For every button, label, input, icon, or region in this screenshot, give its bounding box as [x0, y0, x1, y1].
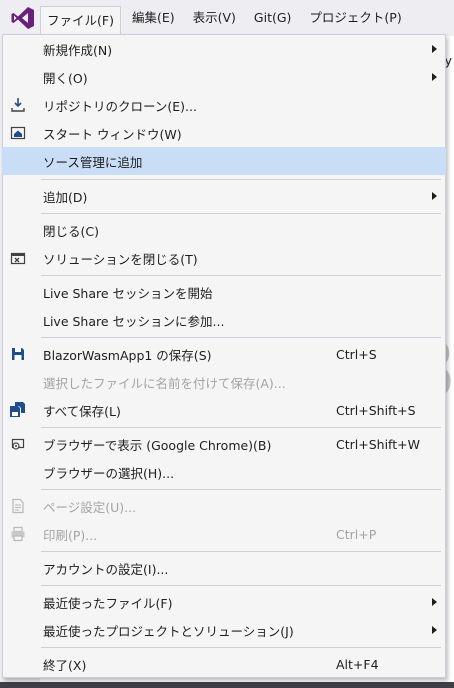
menu-item-shortcut: Ctrl+P — [336, 526, 377, 542]
bottom-strip — [0, 682, 454, 688]
start-window-icon — [9, 124, 27, 142]
menu-item-label: リポジトリのクローン(E)... — [43, 98, 197, 114]
menu-item-label: ソリューションを閉じる(T) — [43, 251, 198, 267]
menu-item-view-in-browser[interactable]: ブラウザーで表示 (Google Chrome)(B) Ctrl+Shift+W — [3, 431, 445, 457]
menu-item-browse-with[interactable]: ブラウザーの選択(H)... — [3, 459, 445, 485]
menu-item-shortcut: Ctrl+S — [336, 346, 377, 362]
save-all-icon — [9, 401, 27, 419]
menu-item-save-as[interactable]: 選択したファイルに名前を付けて保存(A)... — [3, 369, 445, 395]
menu-item-label: ブラウザーの選択(H)... — [43, 465, 175, 481]
menu-item-label: 閉じる(C) — [43, 223, 99, 239]
menu-separator — [41, 551, 441, 552]
menu-item-recent-projects[interactable]: 最近使ったプロジェクトとソリューション(J) — [3, 617, 445, 643]
menu-item-live-share-start[interactable]: Live Share セッションを開始 — [3, 279, 445, 305]
menu-item-print[interactable]: 印刷(P)... Ctrl+P — [3, 521, 445, 547]
menu-item-label: 追加(D) — [43, 189, 88, 205]
menu-item-live-share-join[interactable]: Live Share セッションに参加... — [3, 307, 445, 333]
menu-separator — [41, 337, 441, 338]
menu-item-label: BlazorWasmApp1 の保存(S) — [43, 347, 212, 363]
menu-separator — [41, 647, 441, 648]
menu-item-label: 終了(X) — [43, 657, 87, 673]
menu-item-label: Live Share セッションに参加... — [43, 313, 225, 329]
menu-item-label: スタート ウィンドウ(W) — [43, 126, 182, 142]
menu-item-label: ブラウザーで表示 (Google Chrome)(B) — [43, 437, 272, 453]
menu-item-label: ソース管理に追加 — [43, 154, 143, 170]
menu-bar: ファイル(F) 編集(E) 表示(V) Git(G) プロジェクト(P) — [0, 0, 454, 36]
menu-git[interactable]: Git(G) — [247, 5, 299, 31]
printer-icon — [9, 525, 27, 543]
clone-download-icon — [9, 96, 27, 114]
menu-item-save[interactable]: BlazorWasmApp1 の保存(S) Ctrl+S — [3, 341, 445, 367]
menu-edit[interactable]: 編集(E) — [125, 5, 182, 31]
menu-view[interactable]: 表示(V) — [186, 5, 243, 31]
close-solution-icon — [9, 249, 27, 267]
menu-item-recent-files[interactable]: 最近使ったファイル(F) — [3, 589, 445, 615]
menu-separator — [41, 427, 441, 428]
menu-item-shortcut: Alt+F4 — [336, 656, 379, 672]
menu-item-save-all[interactable]: すべて保存(L) Ctrl+Shift+S — [3, 397, 445, 423]
menu-item-add-to-source-control[interactable]: ソース管理に追加 — [2, 147, 446, 175]
submenu-arrow-icon — [432, 598, 437, 606]
menu-item-label: すべて保存(L) — [43, 403, 121, 419]
menu-separator — [41, 585, 441, 586]
page-setup-icon — [9, 497, 27, 515]
menu-item-label: 開く(O) — [43, 70, 88, 86]
submenu-arrow-icon — [432, 45, 437, 53]
menu-item-label: ページ設定(U)... — [43, 499, 137, 515]
submenu-arrow-icon — [432, 73, 437, 81]
menu-separator — [41, 275, 441, 276]
menu-project[interactable]: プロジェクト(P) — [302, 5, 408, 31]
menu-item-open[interactable]: 開く(O) — [3, 64, 445, 90]
save-icon — [9, 345, 27, 363]
menu-item-exit[interactable]: 終了(X) Alt+F4 — [3, 651, 445, 677]
menu-separator — [41, 179, 441, 180]
menu-item-label: 最近使ったプロジェクトとソリューション(J) — [43, 623, 294, 639]
menu-item-account-settings[interactable]: アカウントの設定(I)... — [3, 555, 445, 581]
menu-item-label: Live Share セッションを開始 — [43, 285, 213, 301]
menu-item-new[interactable]: 新規作成(N) — [3, 36, 445, 62]
menu-separator — [41, 489, 441, 490]
menu-separator — [41, 213, 441, 214]
menu-item-close[interactable]: 閉じる(C) — [3, 217, 445, 243]
menu-item-clone-repository[interactable]: リポジトリのクローン(E)... — [3, 92, 445, 118]
menu-item-shortcut: Ctrl+Shift+S — [336, 402, 416, 418]
submenu-arrow-icon — [432, 626, 437, 634]
browser-icon — [9, 435, 27, 453]
visual-studio-logo-icon[interactable] — [6, 1, 40, 35]
menu-item-close-solution[interactable]: ソリューションを閉じる(T) — [3, 245, 445, 271]
menu-item-add[interactable]: 追加(D) — [3, 183, 445, 209]
menu-item-label: 印刷(P)... — [43, 527, 98, 543]
menu-item-label: 選択したファイルに名前を付けて保存(A)... — [43, 375, 286, 391]
menu-file[interactable]: ファイル(F) — [40, 6, 121, 36]
menu-item-label: 最近使ったファイル(F) — [43, 595, 173, 611]
menu-item-label: アカウントの設定(I)... — [43, 561, 169, 577]
menu-item-shortcut: Ctrl+Shift+W — [336, 436, 420, 452]
menu-item-start-window[interactable]: スタート ウィンドウ(W) — [3, 120, 445, 146]
submenu-arrow-icon — [432, 192, 437, 200]
menu-item-page-setup[interactable]: ページ設定(U)... — [3, 493, 445, 519]
file-menu-dropdown: 新規作成(N) 開く(O) リポジトリのクローン(E)... スタート ウィンド… — [2, 34, 446, 678]
menu-item-label: 新規作成(N) — [43, 42, 113, 58]
